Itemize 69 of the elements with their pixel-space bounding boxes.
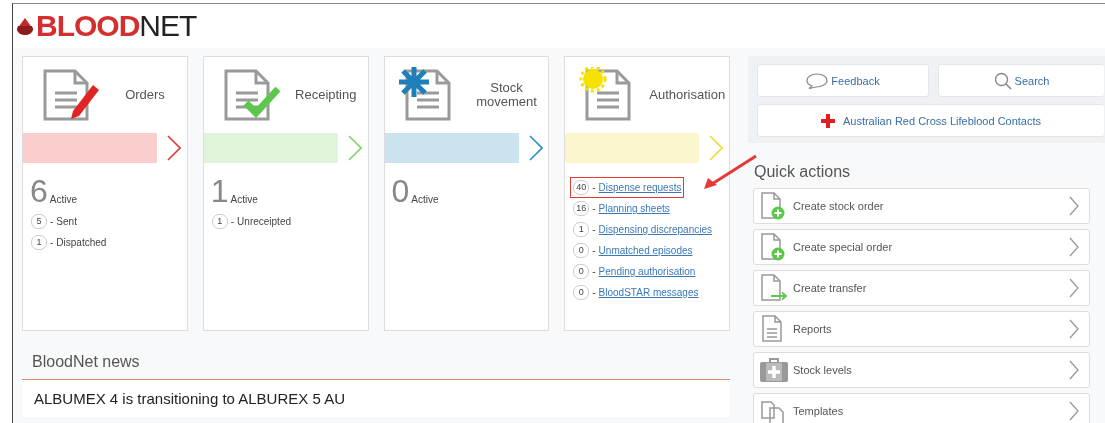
chevron-icon[interactable] <box>528 135 543 161</box>
section-heading: Quick actions <box>754 163 852 181</box>
count-badge: 40 <box>573 180 590 195</box>
chevron-icon <box>1069 278 1079 298</box>
dash: - <box>592 224 596 235</box>
card-title: Receipting <box>294 87 358 103</box>
active-count: 1 <box>210 177 229 205</box>
dash: - <box>230 216 235 227</box>
search-icon <box>993 71 1012 90</box>
status-link[interactable]: Unmatched episodes <box>598 245 693 256</box>
module-card[interactable]: Stock movement 0 Active <box>383 56 550 331</box>
document-arrow-icon <box>759 273 789 303</box>
quick-action-button[interactable]: Create stock order <box>753 188 1090 224</box>
logo-text: BLOODNET <box>36 9 197 43</box>
chevron-icon <box>1069 401 1079 421</box>
chevron-icon[interactable] <box>347 135 362 161</box>
contacts-button[interactable]: Australian Red Cross Lifeblood Contacts <box>757 104 1104 137</box>
status-link[interactable]: Pending authorisation <box>598 266 696 277</box>
search-button[interactable]: Search <box>938 64 1104 97</box>
module-card[interactable]: Authorisation 40 - Dispense requests 16 - Planning sheets 1 - Dispensing discrepancies 0 - Unmatched episodes 0 - Pending authorisation 0 - BloodSTAR messages <box>564 56 730 331</box>
chevron-icon <box>1069 196 1079 216</box>
count-badge: 0 <box>573 285 590 300</box>
quick-action-button[interactable]: Templates <box>753 393 1090 423</box>
active-label: Active <box>411 194 439 205</box>
count-badge: 1 <box>573 222 590 237</box>
card-title: Authorisation <box>648 87 727 103</box>
chevron-icon <box>1069 360 1079 380</box>
status-link[interactable]: BloodSTAR messages <box>598 287 699 298</box>
count-badge: 1 <box>31 235 47 250</box>
dash: - <box>592 245 596 256</box>
cross-icon <box>820 113 835 128</box>
quick-action-button[interactable]: Reports <box>753 311 1090 347</box>
status-label: Sent <box>56 216 77 227</box>
quick-action-button[interactable]: Create transfer <box>753 270 1090 306</box>
count-badge: 1 <box>211 214 228 229</box>
count-badge: 16 <box>573 201 590 216</box>
dash: - <box>592 203 596 214</box>
count-badge: 0 <box>573 264 590 279</box>
count-badge: 0 <box>573 243 590 258</box>
quick-action-button[interactable]: Create special order <box>753 229 1090 265</box>
dash: - <box>50 216 54 227</box>
news-headline[interactable]: ALBUMEX 4 is transitioning to ALBUREX 5 AU <box>34 390 718 407</box>
status-link[interactable]: Dispense requests <box>598 182 682 193</box>
count-badge: 5 <box>31 214 47 229</box>
section-heading: BloodNet news <box>31 353 141 372</box>
first-aid-kit-icon <box>759 355 789 385</box>
status-label: Dispatched <box>56 237 107 248</box>
active-count: 0 <box>391 177 410 205</box>
status-label: Unreceipted <box>237 216 291 227</box>
dash: - <box>592 287 596 298</box>
status-link[interactable]: Planning sheets <box>598 203 670 214</box>
active-label: Active <box>230 194 258 205</box>
speech-bubble-icon <box>806 72 829 89</box>
quick-action-button[interactable]: Stock levels <box>753 352 1090 388</box>
chevron-icon[interactable] <box>167 135 181 161</box>
active-label: Active <box>49 194 78 205</box>
module-card[interactable]: Orders 6 Active 5 - Sent 1 - Dispatched <box>22 56 188 331</box>
dash: - <box>592 182 596 193</box>
card-title: Orders <box>124 87 166 103</box>
module-card[interactable]: Receipting 1 Active 1 - Unreceipted <box>202 56 369 331</box>
status-link[interactable]: Dispensing discrepancies <box>598 224 712 235</box>
active-count: 6 <box>30 177 48 205</box>
blood-drop-icon <box>15 16 35 36</box>
feedback-button[interactable]: Feedback <box>757 64 929 97</box>
chevron-icon <box>1069 237 1079 257</box>
chevron-icon <box>1069 319 1079 339</box>
dash: - <box>50 237 54 248</box>
card-title: Stock movement <box>475 80 538 110</box>
dash: - <box>592 266 596 277</box>
